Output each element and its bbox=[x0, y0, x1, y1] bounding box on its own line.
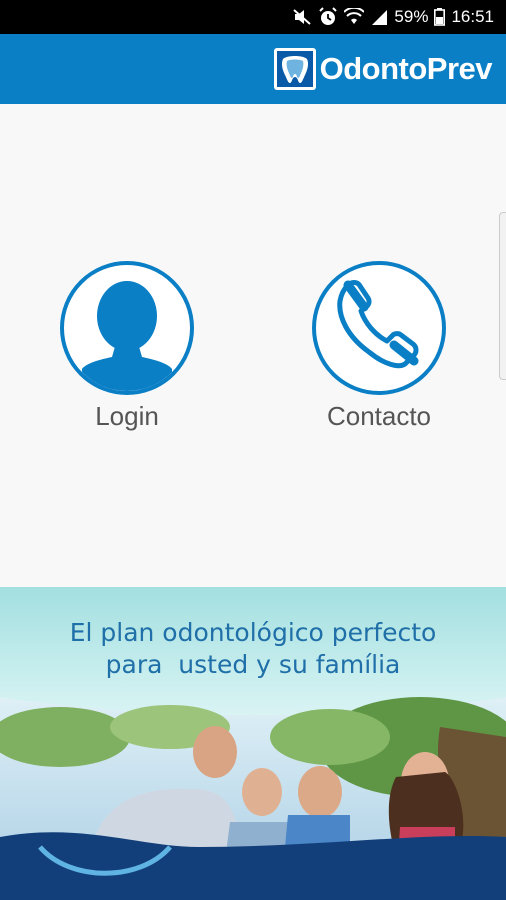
promo-line-1: El plan odontológico perfecto bbox=[69, 618, 437, 647]
phone-icon bbox=[312, 261, 446, 395]
contact-button[interactable]: Contacto bbox=[299, 261, 459, 432]
alarm-icon bbox=[318, 7, 338, 27]
mute-icon bbox=[292, 8, 312, 26]
promo-banner: El plan odontológico perfecto para usted… bbox=[0, 587, 506, 900]
login-label: Login bbox=[95, 401, 159, 431]
edge-drawer-handle[interactable] bbox=[499, 212, 506, 380]
battery-percent: 59% bbox=[394, 7, 429, 26]
app-header: OdontoPrev bbox=[0, 34, 506, 104]
family-photo bbox=[0, 697, 506, 900]
signal-icon bbox=[370, 8, 388, 26]
contact-label: Contacto bbox=[326, 401, 432, 431]
battery-icon bbox=[434, 8, 446, 26]
tooth-logo-icon bbox=[273, 48, 316, 90]
login-button[interactable]: Login bbox=[47, 261, 207, 432]
clock: 16:51 bbox=[451, 7, 494, 26]
user-icon bbox=[60, 261, 194, 395]
status-bar: 59% 16:51 bbox=[0, 0, 506, 34]
status-icons: 59% 16:51 bbox=[292, 0, 494, 34]
promo-slogan: El plan odontológico perfecto para usted… bbox=[0, 617, 506, 681]
brand-logo-group: OdontoPrev bbox=[273, 47, 493, 91]
promo-line-2: para usted y su família bbox=[105, 650, 401, 679]
brand-name: OdontoPrev bbox=[319, 51, 493, 86]
wifi-icon bbox=[344, 8, 365, 26]
